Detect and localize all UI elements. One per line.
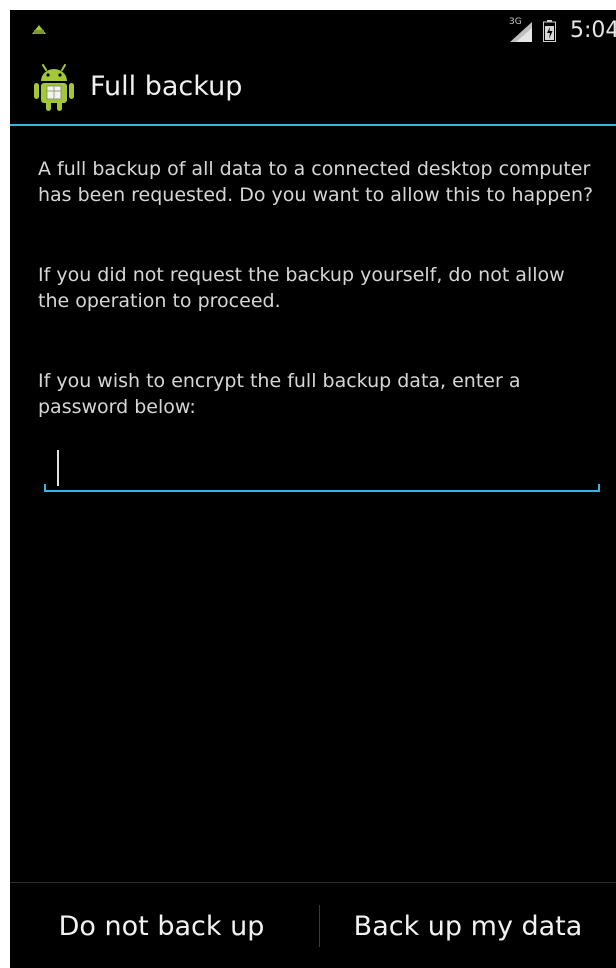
encryption-instruction: If you wish to encrypt the full backup d… bbox=[38, 370, 521, 418]
do-not-back-up-button[interactable]: Do not back up bbox=[10, 883, 313, 968]
phone-screen: 3G 5:04 Full backup A full backup of all… bbox=[10, 10, 616, 968]
android-notification-icon bbox=[32, 25, 46, 34]
battery-icon bbox=[543, 20, 556, 42]
password-field[interactable] bbox=[44, 444, 600, 494]
dialog-button-bar: Do not back up Back up my data bbox=[10, 882, 616, 968]
underline-right-tick bbox=[598, 484, 600, 492]
backup-warning-message: If you did not request the backup yourse… bbox=[38, 264, 565, 312]
backup-request-message: A full backup of all data to a connected… bbox=[38, 158, 594, 206]
dialog-title-bar: Full backup bbox=[10, 54, 616, 124]
status-clock: 5:04 bbox=[570, 18, 616, 43]
text-cursor bbox=[57, 450, 59, 486]
dialog-title: Full backup bbox=[90, 71, 243, 102]
signal-icon bbox=[510, 22, 532, 42]
password-input[interactable] bbox=[44, 444, 600, 492]
android-backup-icon bbox=[34, 64, 74, 111]
title-divider bbox=[10, 124, 616, 126]
underline-left-tick bbox=[44, 484, 46, 492]
status-bar: 3G 5:04 bbox=[10, 10, 616, 50]
password-field-underline bbox=[44, 490, 600, 492]
back-up-my-data-button[interactable]: Back up my data bbox=[320, 883, 616, 968]
